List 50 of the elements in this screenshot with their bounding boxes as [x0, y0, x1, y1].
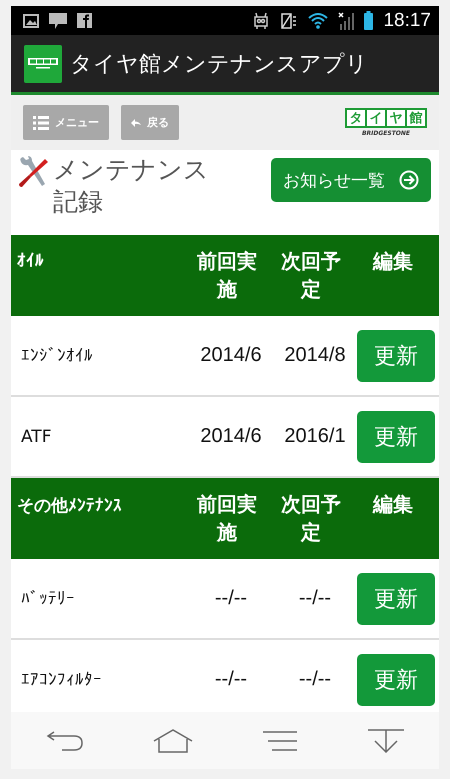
column-heading: 次回予定 — [280, 491, 342, 546]
update-button[interactable]: 更新 — [357, 572, 435, 624]
last-date: --/-- — [214, 668, 248, 691]
back-button[interactable]: 戻る — [121, 105, 179, 140]
signal-icon — [338, 12, 354, 30]
back-icon[interactable] — [46, 728, 84, 752]
item-name: ｴﾝｼﾞﾝｵｲﾙ — [21, 346, 94, 366]
home-icon[interactable] — [152, 728, 192, 752]
item-name: ｴｱｺﾝﾌｨﾙﾀｰ — [21, 670, 103, 690]
section-title: ｵｲﾙ — [17, 250, 45, 271]
app-title: タイヤ館メンテナンスアプリ — [70, 50, 368, 78]
wifi-icon — [308, 12, 328, 30]
notification-pulldown-icon[interactable] — [366, 728, 404, 752]
image-icon — [23, 14, 39, 28]
logo-letter: タ — [347, 110, 367, 126]
logo-letter: 館 — [407, 110, 425, 126]
next-date: 2014/8 — [283, 344, 347, 367]
logo-letter: イ — [367, 110, 387, 126]
column-heading: 前回実施 — [196, 248, 258, 303]
vibrate-icon — [280, 12, 298, 30]
update-button[interactable]: 更新 — [357, 330, 435, 382]
robot-icon — [252, 12, 270, 30]
notice-list-button[interactable]: お知らせ一覧 — [271, 158, 431, 202]
chat-icon — [49, 12, 67, 28]
last-date: --/-- — [214, 587, 248, 610]
column-heading: 編集 — [372, 491, 414, 518]
next-date: 2016/1 — [283, 425, 347, 448]
update-button[interactable]: 更新 — [357, 654, 435, 706]
last-date: 2014/6 — [199, 425, 263, 448]
battery-icon — [364, 11, 374, 30]
update-button[interactable]: 更新 — [357, 410, 435, 462]
facebook-icon — [77, 13, 92, 28]
back-arrow-icon — [131, 118, 141, 126]
arrow-circle-icon — [399, 170, 419, 190]
last-date: 2014/6 — [199, 344, 263, 367]
column-heading: 前回実施 — [196, 491, 258, 546]
next-date: --/-- — [298, 668, 332, 691]
item-name: ATF — [21, 426, 52, 446]
column-heading: 編集 — [372, 248, 414, 275]
item-name: ﾊﾞｯﾃﾘｰ — [21, 588, 76, 608]
section-title: その他ﾒﾝﾃﾅﾝｽ — [17, 495, 123, 517]
tools-icon — [17, 156, 49, 188]
logo-letter: ヤ — [387, 110, 407, 126]
next-date: --/-- — [298, 587, 332, 610]
menu-button[interactable]: メニュー — [23, 105, 109, 140]
page-title: メンテナンス記録 — [53, 154, 210, 218]
clock-time: 18:17 — [383, 10, 431, 32]
column-heading: 次回予定 — [280, 248, 342, 303]
menu-icon — [33, 116, 49, 130]
menu-icon[interactable] — [262, 730, 298, 752]
